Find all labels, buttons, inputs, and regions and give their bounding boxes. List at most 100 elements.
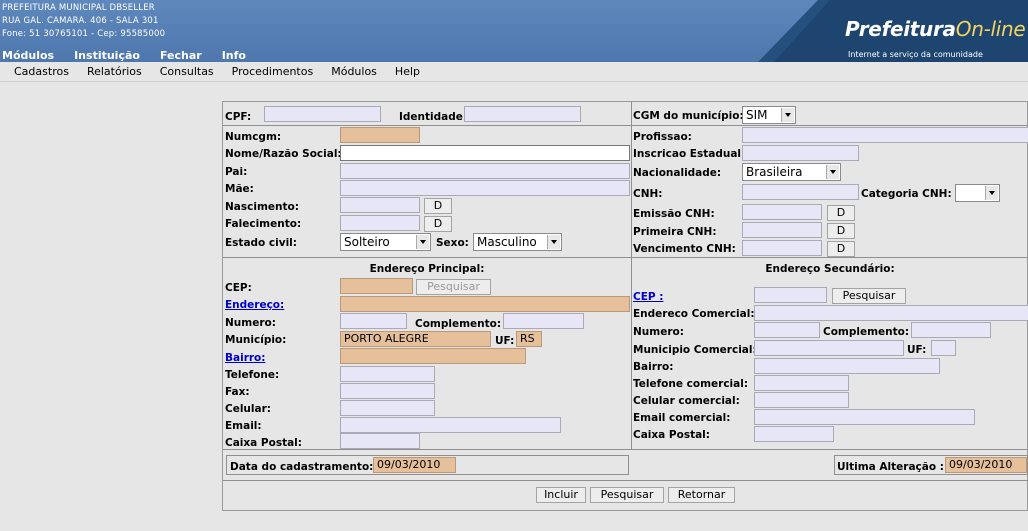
telefone-comercial-input[interactable] [754,375,849,391]
caixa-postal-comercial-input[interactable] [754,426,834,442]
cpf-input[interactable] [264,106,381,122]
profissao-input[interactable] [742,127,1028,143]
endereco-link[interactable]: Endereço: [225,299,284,311]
column-divider [631,102,632,449]
cgm-form-panel: CPF: Identidade: CGM do município: SIM N… [222,101,1028,511]
sexo-label: Sexo: [436,237,469,249]
inscricao-estadual-input[interactable] [742,145,859,161]
numcgm-label: Numcgm: [225,131,282,143]
fax-input[interactable] [340,383,435,399]
municipio-label: Município: [225,334,287,346]
bairro-link[interactable]: Bairro: [225,352,265,364]
bairro-comercial-input[interactable] [754,358,940,374]
endereco-input[interactable] [340,296,630,312]
submenu-modulos[interactable]: Módulos [331,65,377,78]
submenu-procedimentos[interactable]: Procedimentos [232,65,314,78]
menu-fechar[interactable]: Fechar [160,49,202,62]
municipio-input[interactable]: PORTO ALEGRE [340,331,491,347]
menu-info[interactable]: Info [222,49,246,62]
pai-input[interactable] [340,163,630,179]
emissao-cnh-label: Emissão CNH: [633,208,715,220]
cep-comercial-input[interactable] [754,287,827,303]
falecimento-input[interactable] [340,215,420,231]
menu-instituicao[interactable]: Instituição [74,49,140,62]
vencimento-cnh-input[interactable] [742,240,822,256]
endereco-comercial-input[interactable] [754,305,1028,321]
institution-name: PREFEITURA MUNICIPAL DBSELLER [2,3,155,13]
incluir-button[interactable]: Incluir [536,487,586,503]
mae-input[interactable] [340,180,630,196]
telefone-input[interactable] [340,366,435,382]
cgm-municipio-select[interactable]: SIM [742,106,796,124]
municipio-comercial-input[interactable] [754,340,904,356]
estado-civil-value: Solteiro [344,235,390,249]
submenu-help[interactable]: Help [395,65,420,78]
complemento-comercial-input[interactable] [911,322,991,338]
primeira-cnh-date-button[interactable]: D [827,223,855,239]
caixa-postal-comercial-label: Caixa Postal: [633,429,710,441]
categoria-cnh-select[interactable] [955,184,1000,202]
cep-label: CEP: [225,282,252,294]
cep-comercial-link[interactable]: CEP : [633,291,663,303]
primeira-cnh-input[interactable] [742,222,822,238]
cnh-input[interactable] [742,184,859,200]
celular-comercial-label: Celular comercial: [633,395,740,407]
cnh-label: CNH: [633,188,663,200]
celular-label: Celular: [225,403,271,415]
cgm-municipio-value: SIM [746,108,768,122]
vencimento-cnh-label: Vencimento CNH: [633,243,736,255]
nome-label: Nome/Razão Social: [225,148,342,160]
uf-label: UF: [495,335,515,347]
cep-comercial-pesquisar-button[interactable]: Pesquisar [832,288,906,304]
data-cadastro-label: Data do cadastramento: [230,461,374,473]
institution-phone: Fone: 51 30765101 - Cep: 95585000 [2,29,166,39]
institution-address: RUA GAL. CAMARA. 406 - SALA 301 [2,16,159,26]
nascimento-label: Nascimento: [225,201,299,213]
cep-pesquisar-button[interactable]: Pesquisar [416,279,491,295]
menu-modulos[interactable]: Módulos [2,49,54,62]
caixa-postal-input[interactable] [340,433,420,449]
estado-civil-select[interactable]: Solteiro [340,233,431,251]
submenu-relatorios[interactable]: Relatórios [87,65,142,78]
celular-input[interactable] [340,400,435,416]
vencimento-cnh-date-button[interactable]: D [827,241,855,257]
divider [223,449,1028,450]
submenu-cadastros[interactable]: Cadastros [14,65,69,78]
endereco-comercial-label: Endereco Comercial: [633,308,755,320]
falecimento-date-button[interactable]: D [424,216,452,232]
uf-comercial-input[interactable] [931,340,956,356]
emissao-cnh-date-button[interactable]: D [827,205,855,221]
retornar-button[interactable]: Retornar [668,487,735,503]
divider [223,480,1028,481]
complemento-comercial-label: Complemento: [823,326,910,338]
ultima-alteracao-input[interactable]: 09/03/2010 [945,457,1027,473]
cep-input[interactable] [340,278,413,294]
telefone-comercial-label: Telefone comercial: [633,378,749,390]
complemento-input[interactable] [503,313,584,329]
celular-comercial-input[interactable] [754,392,849,408]
pesquisar-button[interactable]: Pesquisar [590,487,664,503]
bairro-comercial-label: Bairro: [633,361,674,373]
numcgm-input[interactable] [340,127,420,143]
numero-comercial-input[interactable] [754,322,820,338]
nascimento-date-button[interactable]: D [424,198,452,214]
fax-label: Fax: [225,386,250,398]
bairro-input[interactable] [340,348,526,364]
emissao-cnh-input[interactable] [742,204,822,220]
prefeitura-online-logo: PrefeituraOn-line [845,17,1026,41]
nacionalidade-select[interactable]: Brasileira [742,163,841,181]
identidade-input[interactable] [464,106,581,122]
nome-input[interactable] [340,145,630,161]
complemento-label: Complemento: [415,318,502,330]
numero-input[interactable] [340,313,407,329]
app-header: PREFEITURA MUNICIPAL DBSELLER RUA GAL. C… [0,0,1028,62]
logo-accent-text: On-line [955,17,1026,41]
submenu-consultas[interactable]: Consultas [160,65,214,78]
email-comercial-input[interactable] [754,409,975,425]
sexo-select[interactable]: Masculino [473,233,562,251]
email-input[interactable] [340,417,561,433]
uf-input[interactable]: RS [516,331,542,347]
data-cadastro-input[interactable]: 09/03/2010 [373,457,456,473]
nascimento-input[interactable] [340,197,420,213]
chevron-down-icon [826,165,839,179]
